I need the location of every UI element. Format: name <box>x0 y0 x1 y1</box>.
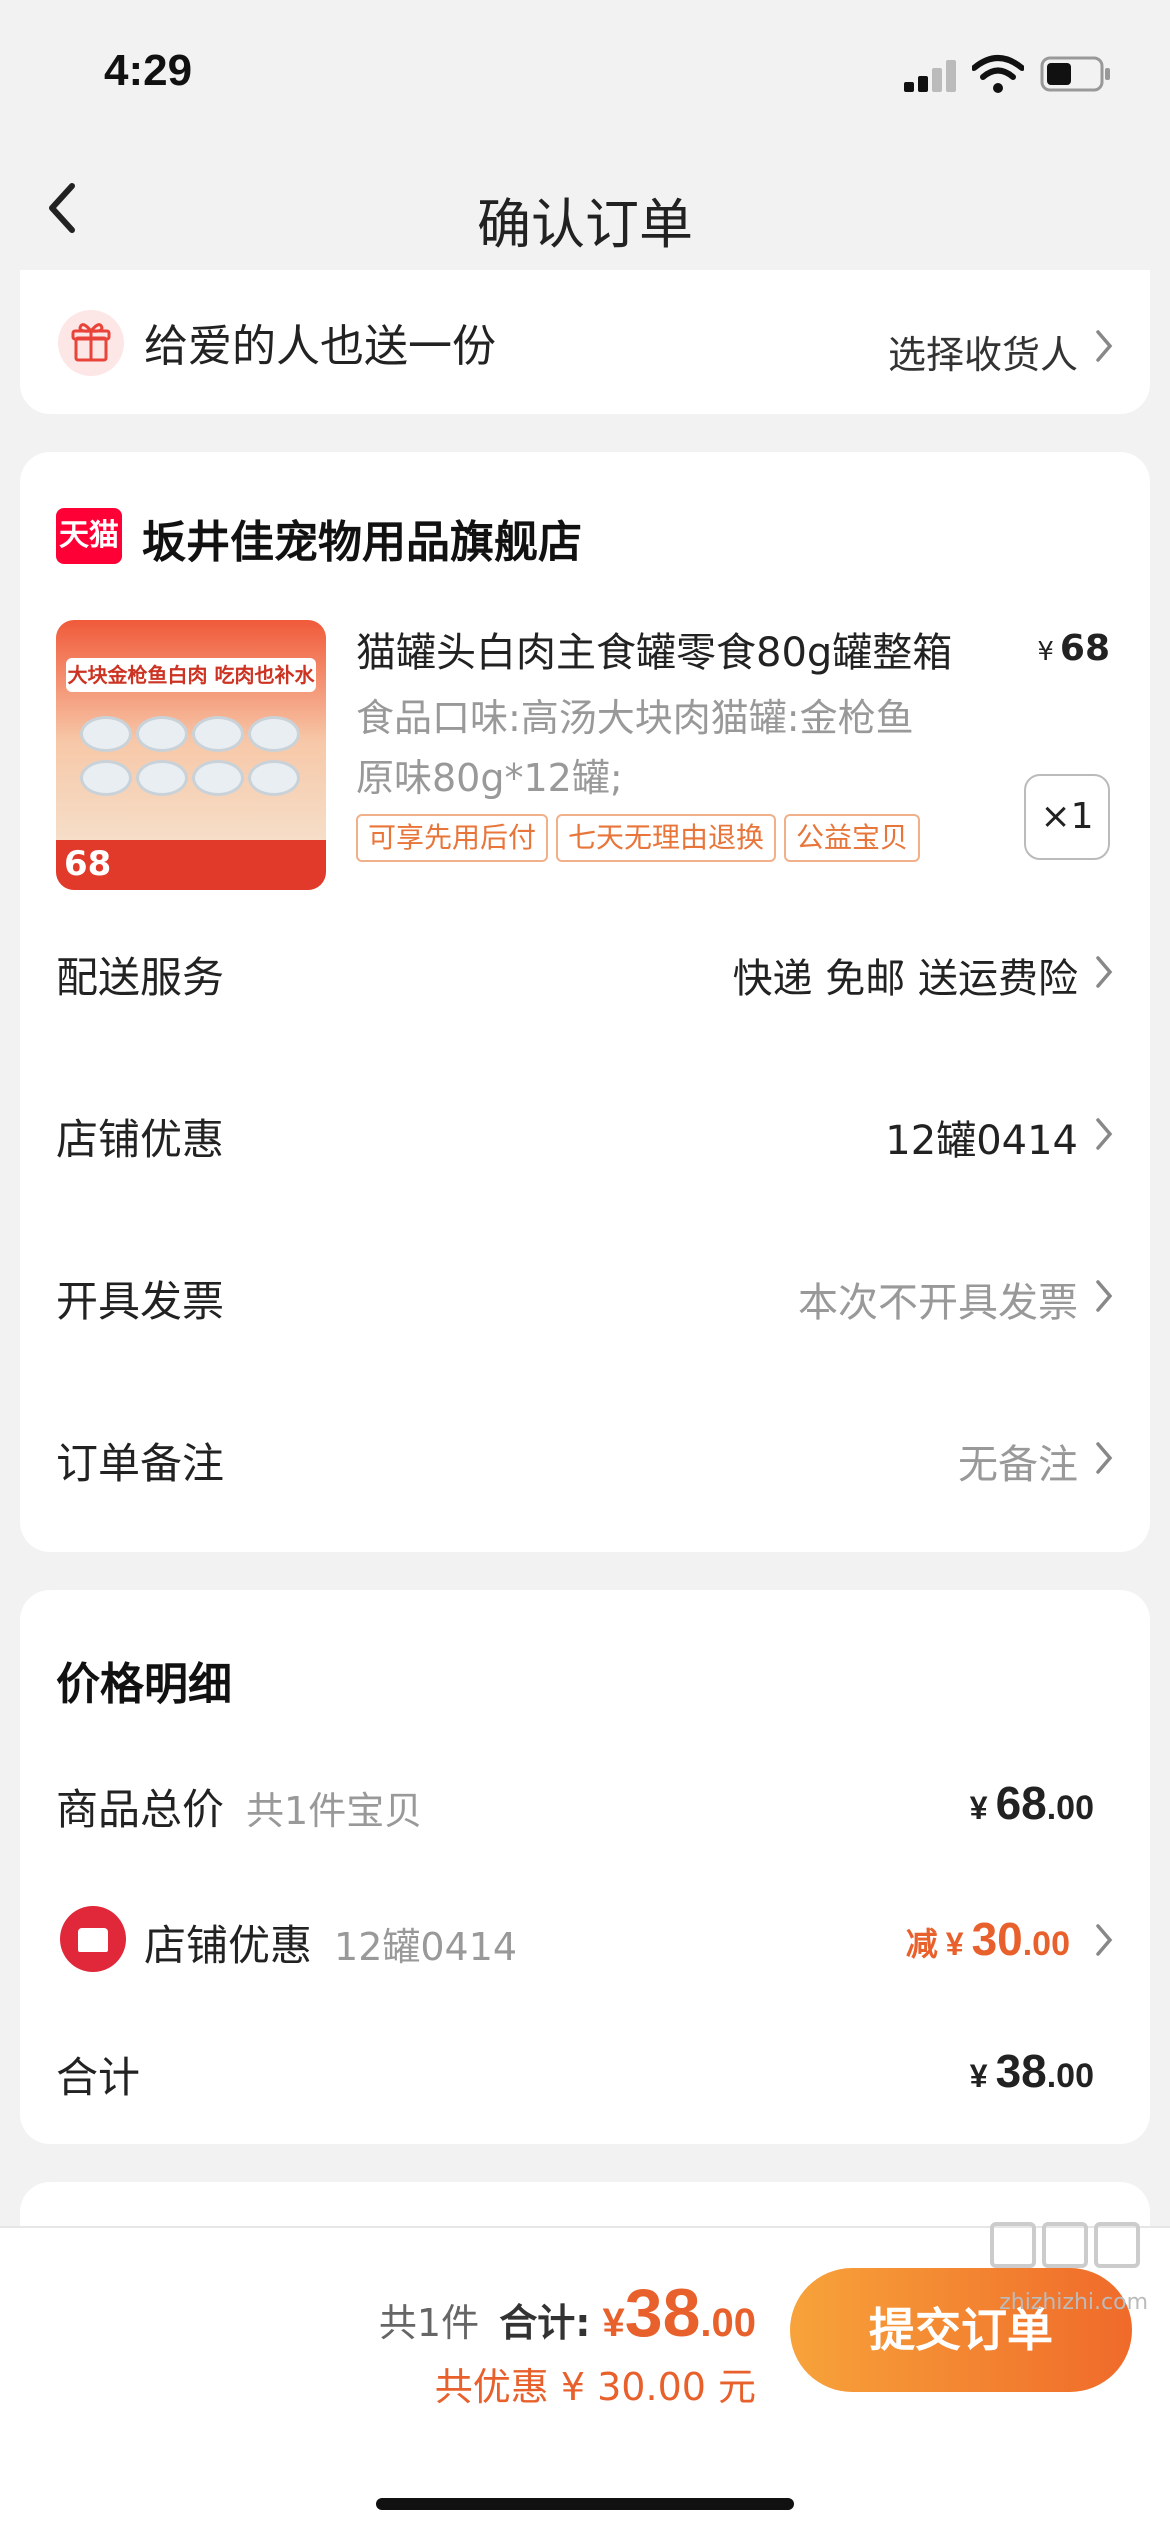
shop-discount-amount: 减 ¥30.00 <box>906 1912 1070 1966</box>
delivery-service-row[interactable]: 配送服务 快递 免邮 送运费险 <box>20 908 1150 1028</box>
currency-symbol: ¥ <box>602 2301 625 2345</box>
submit-order-button[interactable]: 提交订单 <box>790 2268 1132 2392</box>
product-title[interactable]: 猫罐头白肉主食罐零食80g罐整箱 <box>356 620 1046 678</box>
checkout-total: ¥38.00 <box>602 2275 757 2351</box>
signal-icon <box>904 60 960 92</box>
gift-text: 给爱的人也送一份 <box>144 321 496 372</box>
chevron-right-icon <box>1094 1440 1114 1476</box>
home-indicator[interactable] <box>376 2498 794 2510</box>
chevron-right-icon <box>1094 328 1114 364</box>
store-discount-row[interactable]: 店铺优惠 12罐0414 <box>20 1070 1150 1190</box>
price-detail-heading: 价格明细 <box>56 1659 232 1710</box>
total-int: 38 <box>624 2275 701 2351</box>
goods-total-row: 商品总价 共1件宝贝 ¥68.00 <box>20 1750 1150 1850</box>
total-dec: .00 <box>700 2301 756 2345</box>
row-value: 12罐0414 <box>885 1118 1078 1164</box>
amount-dec: .00 <box>1022 1925 1070 1963</box>
order-total-amount: ¥38.00 <box>970 2044 1094 2098</box>
shop-discount-code: 12罐0414 <box>334 1925 518 1969</box>
chevron-right-icon <box>1094 1278 1114 1314</box>
shop-discount-label-text: 店铺优惠 <box>144 1921 313 1970</box>
gift-icon <box>58 310 124 376</box>
tag-seven-day-return: 七天无理由退换 <box>556 814 777 862</box>
tag-pay-later: 可享先用后付 <box>356 814 549 862</box>
product-image-banner: 大块金枪鱼白肉 吃肉也补水 <box>66 658 316 692</box>
amount-int: 38 <box>995 2045 1047 2097</box>
total-discount-text: 共优惠 ¥ 30.00 元 <box>434 2365 756 2409</box>
amount-int: 68 <box>995 1777 1047 1829</box>
page-title: 确认订单 <box>477 193 693 256</box>
wifi-icon <box>971 54 1025 94</box>
chevron-right-icon <box>1094 954 1114 990</box>
watermark-text: zhizhizhi.com <box>999 2290 1148 2315</box>
watermark-logo <box>986 2216 1146 2286</box>
price-detail-card: 价格明细 商品总价 共1件宝贝 ¥68.00 店铺优惠 12罐0414 减 ¥30.0… <box>20 1590 1150 2144</box>
amount-dec: .00 <box>1046 1789 1094 1827</box>
checkout-summary: 共1件 合计: ¥38.00 <box>379 2274 756 2352</box>
product-price: ¥68 <box>1037 628 1110 669</box>
goods-count: 共1件宝贝 <box>246 1789 423 1833</box>
shop-discount-label: 店铺优惠 12罐0414 <box>144 1912 517 1973</box>
row-label: 配送服务 <box>56 953 225 1002</box>
goods-total-label-text: 商品总价 <box>56 1785 225 1834</box>
product-tags: 可享先用后付 七天无理由退换 公益宝贝 <box>356 814 928 864</box>
quantity-stepper[interactable]: ×1 <box>1024 774 1110 860</box>
tag-charity: 公益宝贝 <box>784 814 921 862</box>
amount-dec: .00 <box>1046 2057 1094 2095</box>
row-value: 快递 免邮 送运费险 <box>732 956 1078 1002</box>
product-price-currency: ¥ <box>1037 637 1054 667</box>
currency-symbol: ¥ <box>945 1926 964 1962</box>
row-label: 开具发票 <box>56 1277 225 1326</box>
product-spec-line: 原味80g*12罐; <box>356 756 623 800</box>
store-card: 天猫 坂井佳宠物用品旗舰店 大块金枪鱼白肉 吃肉也补水 68 猫罐头白肉主食罐零… <box>20 452 1150 1552</box>
currency-symbol: ¥ <box>969 1790 988 1826</box>
row-value: 无备注 <box>958 1442 1078 1488</box>
shop-discount-row[interactable]: 店铺优惠 12罐0414 减 ¥30.00 <box>20 1886 1150 1986</box>
amount-int: 30 <box>971 1913 1023 1965</box>
status-bar: 4:29 <box>0 0 1170 140</box>
total-label: 合计: <box>499 2301 591 2345</box>
gift-row[interactable]: 给爱的人也送一份 选择收货人 <box>20 270 1150 414</box>
row-label: 店铺优惠 <box>56 1115 225 1164</box>
product-image-price: 68 <box>64 844 112 884</box>
goods-total-amount: ¥68.00 <box>970 1776 1094 1830</box>
discount-prefix: 减 <box>905 1926 938 1962</box>
product-spec[interactable]: 食品口味:高汤大块肉猫罐:金枪鱼 原味80g*12罐; <box>356 688 976 808</box>
product-image-cans <box>80 716 302 816</box>
order-total-label: 合计 <box>56 2053 141 2102</box>
item-count: 共1件 <box>378 2301 480 2345</box>
tmall-icon: 天猫 <box>56 508 122 564</box>
nav-bar: 确认订单 <box>0 140 1170 270</box>
store-name[interactable]: 坂井佳宠物用品旗舰店 <box>142 506 582 570</box>
chevron-right-icon <box>1094 1116 1114 1152</box>
product-spec-line: 食品口味:高汤大块肉猫罐:金枪鱼 <box>356 696 914 740</box>
product-image[interactable]: 大块金枪鱼白肉 吃肉也补水 68 <box>56 620 326 890</box>
shop-icon <box>60 1906 126 1972</box>
row-label: 订单备注 <box>56 1439 225 1488</box>
order-total-row: 合计 ¥38.00 <box>20 2018 1150 2118</box>
invoice-row[interactable]: 开具发票 本次不开具发票 <box>20 1232 1150 1352</box>
product-price-value: 68 <box>1059 628 1110 669</box>
chevron-right-icon <box>1094 1922 1114 1958</box>
row-value: 本次不开具发票 <box>798 1280 1078 1326</box>
battery-icon <box>1040 56 1112 92</box>
select-recipient-link[interactable]: 选择收货人 <box>888 324 1078 379</box>
currency-symbol: ¥ <box>969 2058 988 2094</box>
order-note-row[interactable]: 订单备注 无备注 <box>20 1394 1150 1514</box>
status-time: 4:29 <box>104 46 193 95</box>
goods-total-label: 商品总价 共1件宝贝 <box>56 1776 422 1837</box>
